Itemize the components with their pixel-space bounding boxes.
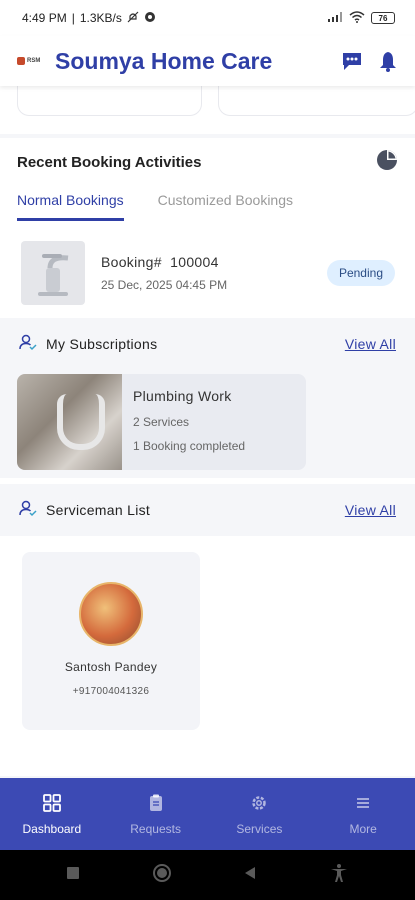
battery-icon: 76: [371, 12, 395, 24]
subscriptions-title: My Subscriptions: [46, 336, 158, 352]
serviceman-card[interactable]: Santosh Pandey +917004041326: [22, 552, 200, 730]
recent-bookings-section: Recent Booking Activities Normal Booking…: [0, 138, 415, 318]
clipboard-icon: [145, 792, 167, 814]
nav-services-label: Services: [236, 822, 283, 836]
booking-number: 100004: [170, 254, 219, 270]
subscription-title: Plumbing Work: [133, 388, 232, 404]
stat-card[interactable]: [218, 86, 415, 116]
status-bar: 4:49 PM | 1.3KB/s 76: [0, 0, 415, 36]
signal-icon: [327, 11, 343, 26]
bottom-nav: Dashboard Requests Services More: [0, 778, 415, 850]
tab-normal-bookings[interactable]: Normal Bookings: [17, 186, 124, 221]
wifi-icon: [349, 10, 365, 26]
serviceman-header: Serviceman List View All: [0, 484, 415, 536]
subscriptions-view-all-link[interactable]: View All: [345, 336, 396, 352]
pie-chart-icon[interactable]: [376, 149, 398, 176]
main-content[interactable]: Recent Booking Activities Normal Booking…: [0, 86, 415, 778]
booking-date: 25 Dec, 2025 04:45 PM: [101, 278, 228, 292]
recents-icon[interactable]: [66, 866, 80, 885]
brand-logo: RSM: [17, 54, 47, 68]
status-time: 4:49 PM: [22, 11, 67, 25]
nav-requests[interactable]: Requests: [104, 778, 208, 850]
serviceman-name: Santosh Pandey: [64, 660, 158, 674]
subscriptions-list: Plumbing Work 2 Services 1 Booking compl…: [0, 370, 415, 478]
recent-bookings-title: Recent Booking Activities: [17, 153, 202, 171]
booking-tabs: Normal Bookings Customized Bookings: [0, 186, 415, 228]
sync-icon: [144, 11, 156, 26]
serviceman-title: Serviceman List: [46, 502, 151, 518]
app-title: Soumya Home Care: [55, 47, 273, 74]
back-icon[interactable]: [243, 866, 257, 885]
menu-icon: [352, 792, 374, 814]
subscription-bookings: 1 Booking completed: [133, 439, 246, 453]
booking-label: Booking#: [101, 254, 162, 270]
avatar: [79, 582, 143, 646]
accessibility-icon[interactable]: [329, 863, 349, 888]
system-nav-bar: [0, 850, 415, 900]
network-speed: 1.3KB/s: [79, 11, 122, 25]
chat-icon[interactable]: [339, 48, 365, 74]
subscriptions-header: My Subscriptions View All: [0, 318, 415, 370]
nav-requests-label: Requests: [130, 822, 181, 836]
status-badge: Pending: [326, 260, 395, 286]
home-icon[interactable]: [152, 863, 172, 888]
user-check-icon: [19, 333, 37, 356]
stats-strip: [0, 86, 415, 134]
serviceman-view-all-link[interactable]: View All: [345, 502, 396, 518]
nav-more[interactable]: More: [311, 778, 415, 850]
nav-services[interactable]: Services: [208, 778, 312, 850]
mute-icon: [127, 11, 139, 26]
grid-icon: [41, 792, 63, 814]
booking-row[interactable]: Booking# 100004 25 Dec, 2025 04:45 PM Pe…: [0, 228, 415, 318]
serviceman-phone: +917004041326: [72, 686, 150, 697]
tab-customized-bookings[interactable]: Customized Bookings: [158, 186, 293, 218]
faucet-image: [21, 241, 85, 305]
user-check-icon: [19, 499, 37, 522]
plumbing-image: [17, 374, 122, 470]
subscription-card[interactable]: Plumbing Work 2 Services 1 Booking compl…: [17, 374, 306, 470]
bell-icon[interactable]: [375, 48, 401, 74]
serviceman-list: Santosh Pandey +917004041326: [0, 536, 415, 776]
stat-card[interactable]: [17, 86, 202, 116]
subscription-services: 2 Services: [133, 415, 190, 429]
nav-more-label: More: [349, 822, 377, 836]
nav-dashboard[interactable]: Dashboard: [0, 778, 104, 850]
nav-dashboard-label: Dashboard: [22, 822, 82, 836]
app-header: RSM Soumya Home Care: [0, 36, 415, 86]
gear-icon: [248, 792, 270, 814]
